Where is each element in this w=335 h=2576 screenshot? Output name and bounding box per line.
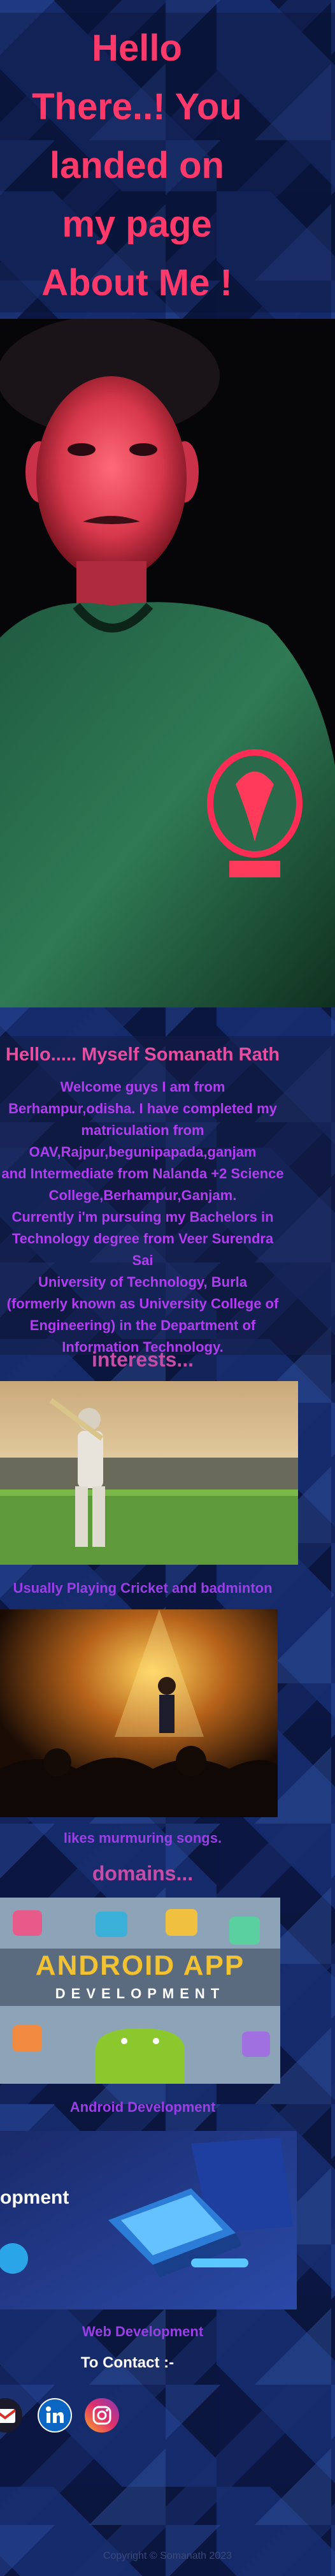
about-line: matriculation from bbox=[81, 1122, 204, 1138]
instagram-icon bbox=[85, 2398, 119, 2433]
web-banner-title: opment bbox=[0, 2187, 69, 2208]
gmail-icon bbox=[0, 2398, 22, 2433]
about-line: College,Berhampur,Ganjam. bbox=[48, 1187, 237, 1203]
about-heading: Hello..... Myself Somanath Rath bbox=[5, 1044, 280, 1065]
profile-photo bbox=[0, 319, 335, 1007]
hero-title: Hello There..! You landed on my page Abo… bbox=[0, 19, 274, 312]
domain-caption-android: Android Development bbox=[69, 2099, 216, 2115]
hero-title-line: my page bbox=[62, 203, 212, 245]
footer-copyright: Copyright © Somanath 2023 bbox=[103, 2550, 232, 2561]
about-paragraph: Welcome guys I am from Berhampur,odisha.… bbox=[0, 1076, 285, 1358]
about-line: (formerly known as University College of bbox=[6, 1296, 279, 1312]
contact-heading: To Contact :- bbox=[80, 2354, 175, 2371]
android-banner-subtitle: DEVELOPMENT bbox=[55, 1986, 225, 2002]
about-line: and Intermediate from Nalanda +2 Science bbox=[1, 1166, 284, 1182]
interest-caption-cricket: Usually Playing Cricket and badminton bbox=[13, 1580, 273, 1596]
about-line: OAV,Rajpur,begunipapada,ganjam bbox=[29, 1144, 257, 1160]
instagram-link[interactable] bbox=[84, 2397, 120, 2433]
about-line: Technology degree from Veer Surendra Sai bbox=[11, 1231, 274, 1268]
cricket-image bbox=[0, 1381, 298, 1565]
android-banner-title: ANDROID APP bbox=[35, 1950, 245, 1981]
linkedin-link[interactable] bbox=[37, 2397, 73, 2433]
concert-image bbox=[0, 1609, 278, 1817]
about-line: Welcome guys I am from bbox=[60, 1079, 225, 1095]
about-line: Berhampur,odisha. I have completed my bbox=[8, 1101, 277, 1116]
interests-heading: interests... bbox=[91, 1348, 194, 1371]
hero-title-line: There..! You bbox=[32, 86, 242, 128]
gmail-link[interactable] bbox=[0, 2397, 23, 2433]
android-image: ANDROID APP DEVELOPMENT bbox=[0, 1898, 280, 2084]
about-line: University of Technology, Burla bbox=[38, 1274, 247, 1290]
hero-title-line: About Me ! bbox=[41, 262, 232, 304]
about-line: Engineering) in the Department of bbox=[29, 1317, 256, 1333]
linkedin-icon bbox=[38, 2398, 72, 2433]
domains-heading: domains... bbox=[92, 1862, 194, 1885]
domain-caption-web: Web Development bbox=[82, 2324, 204, 2339]
hero-title-line: landed on bbox=[50, 145, 224, 186]
about-line: Currently i'm pursuing my Bachelors in bbox=[11, 1209, 274, 1225]
web-dev-image: opment bbox=[0, 2131, 297, 2309]
hero-title-line: Hello bbox=[92, 27, 182, 69]
interest-caption-singing: likes murmuring songs. bbox=[63, 1830, 222, 1846]
